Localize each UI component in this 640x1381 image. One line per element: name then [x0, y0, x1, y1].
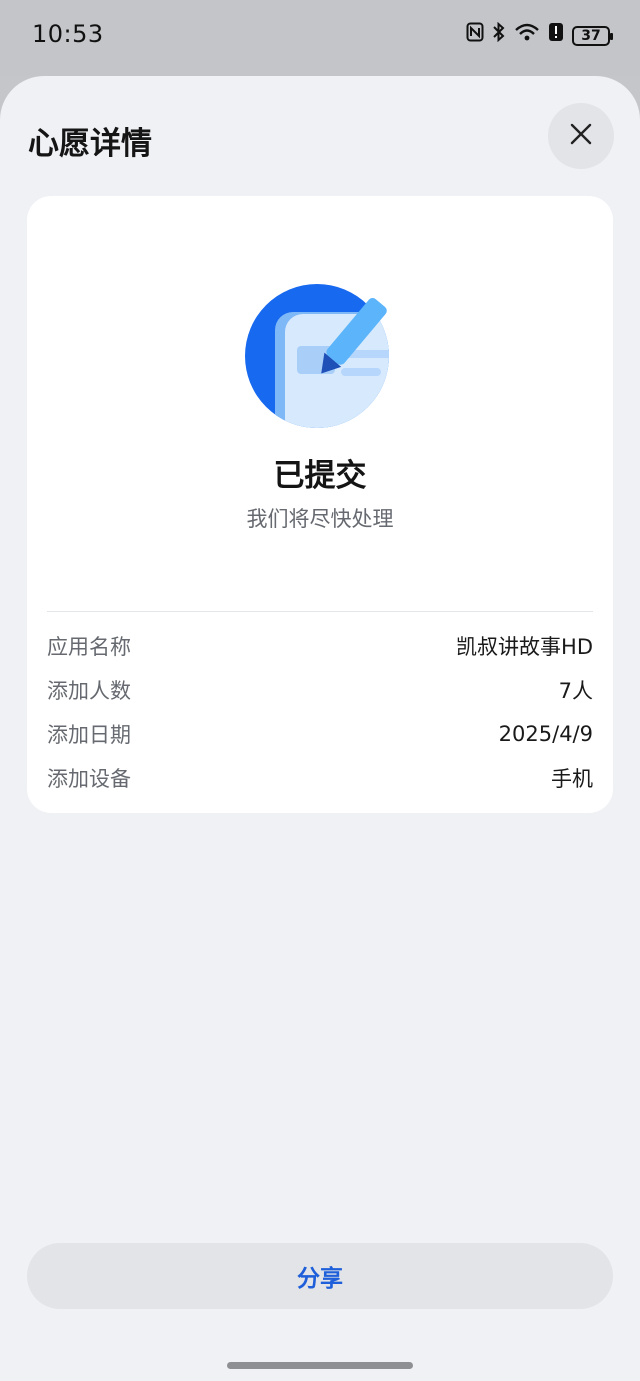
detail-row-device: 添加设备 手机: [47, 756, 593, 800]
nfc-icon: [466, 22, 484, 51]
detail-value: 凯叔讲故事HD: [456, 635, 593, 659]
wish-detail-sheet: 心愿详情 已提交 我们将尽快处理 应用名称 凯叔讲故事HD 添加人数 7人 添加…: [0, 76, 640, 1381]
detail-list: 应用名称 凯叔讲故事HD 添加人数 7人 添加日期 2025/4/9 添加设备 …: [47, 624, 593, 800]
alert-icon: [548, 22, 564, 51]
status-time: 10:53: [32, 20, 104, 48]
detail-row-app-name: 应用名称 凯叔讲故事HD: [47, 624, 593, 668]
detail-value: 7人: [558, 679, 593, 703]
detail-label: 添加设备: [47, 767, 131, 791]
detail-label: 添加日期: [47, 723, 131, 747]
close-button[interactable]: [548, 103, 614, 169]
divider: [47, 611, 593, 612]
detail-row-count: 添加人数 7人: [47, 668, 593, 712]
home-indicator[interactable]: [227, 1362, 413, 1369]
status-bar: 10:53 37: [0, 0, 640, 76]
battery-icon: 37: [572, 26, 613, 46]
bluetooth-icon: [492, 21, 506, 51]
detail-value: 手机: [551, 767, 593, 791]
wish-card: 已提交 我们将尽快处理 应用名称 凯叔讲故事HD 添加人数 7人 添加日期 20…: [27, 196, 613, 813]
status-subtitle: 我们将尽快处理: [246, 507, 394, 531]
page-title: 心愿详情: [28, 126, 152, 162]
edit-document-icon: [243, 280, 393, 430]
detail-label: 添加人数: [47, 679, 131, 703]
close-icon: [569, 122, 593, 150]
status-icons: 37: [466, 21, 613, 51]
detail-value: 2025/4/9: [498, 722, 593, 746]
share-button[interactable]: 分享: [27, 1243, 613, 1309]
wifi-icon: [514, 22, 540, 51]
detail-label: 应用名称: [47, 635, 131, 659]
status-title: 已提交: [273, 458, 367, 494]
detail-row-date: 添加日期 2025/4/9: [47, 712, 593, 756]
